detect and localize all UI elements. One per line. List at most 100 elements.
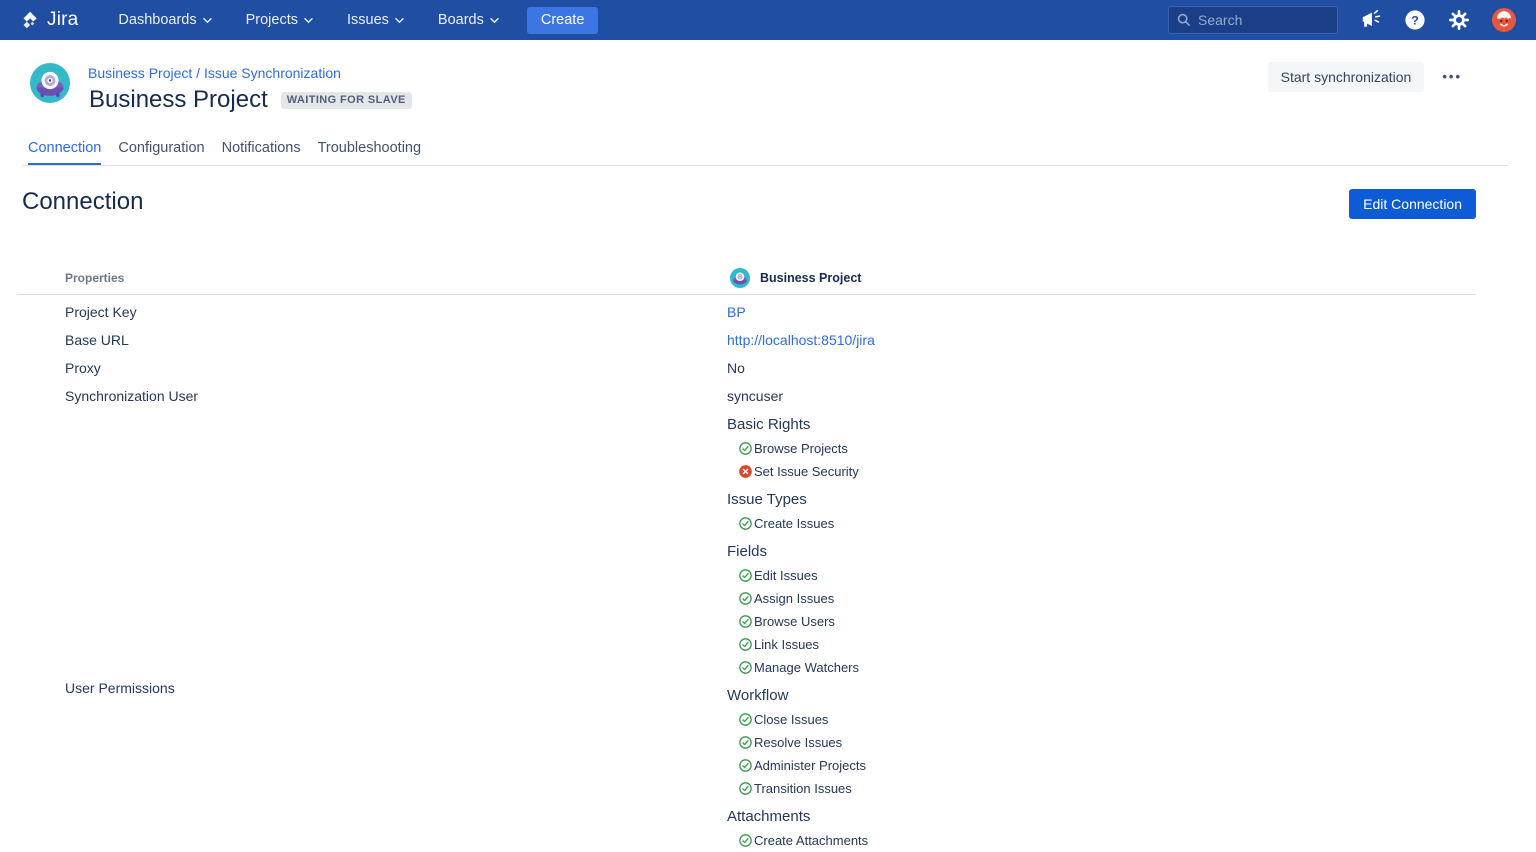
jira-logo[interactable]: Jira <box>20 9 78 31</box>
permission-item: Browse Users <box>727 610 1476 633</box>
search-box[interactable] <box>1168 6 1338 34</box>
search-input[interactable] <box>1198 12 1318 28</box>
permission-item-label: Close Issues <box>754 712 828 727</box>
user-permissions-row: User Permissions Basic Rights Browse Proj… <box>17 410 1476 852</box>
permission-item: Link Issues <box>727 633 1476 656</box>
permission-group-title: Workflow <box>727 682 1476 708</box>
project-key-value[interactable]: BP <box>727 304 1476 320</box>
permission-item: Manage Watchers <box>727 656 1476 679</box>
permission-item-label: Administer Projects <box>754 758 866 773</box>
sync-user-value: syncuser <box>727 388 1476 404</box>
permission-group: Attachments Create Attachments <box>727 803 1476 852</box>
chevron-down-icon <box>203 17 212 24</box>
permission-item: Resolve Issues <box>727 731 1476 754</box>
granted-check-icon <box>739 713 752 726</box>
property-label: Proxy <box>17 360 727 376</box>
permission-item: Set Issue Security <box>727 460 1476 483</box>
nav-menu: Dashboards Projects Issues Boards <box>118 12 498 28</box>
permission-item: Create Issues <box>727 512 1476 535</box>
connection-properties-table: Properties Business Project Project Key … <box>17 262 1476 852</box>
granted-check-icon <box>739 759 752 772</box>
permission-item: Transition Issues <box>727 777 1476 800</box>
nav-item-label: Dashboards <box>118 12 196 28</box>
chevron-down-icon <box>490 17 499 24</box>
create-button[interactable]: Create <box>527 7 599 34</box>
permission-item-label: Create Attachments <box>754 833 868 848</box>
more-actions-button[interactable]: ••• <box>1442 62 1462 92</box>
permission-item-label: Set Issue Security <box>754 464 859 479</box>
permission-item-label: Manage Watchers <box>754 660 859 675</box>
permission-group-title: Issue Types <box>727 486 1476 512</box>
announcements-megaphone-icon[interactable] <box>1360 9 1382 31</box>
permission-item: Browse Projects <box>727 437 1476 460</box>
nav-item-issues[interactable]: Issues <box>347 12 404 28</box>
tab-connection[interactable]: Connection <box>28 140 101 165</box>
permission-group-title: Fields <box>727 538 1476 564</box>
chevron-down-icon <box>304 17 313 24</box>
project-avatar <box>30 63 70 103</box>
search-icon <box>1177 13 1191 27</box>
tab-configuration[interactable]: Configuration <box>118 140 204 165</box>
property-label: Base URL <box>17 332 727 348</box>
svg-text:?: ? <box>1411 13 1419 27</box>
property-label: Project Key <box>17 304 727 320</box>
permission-item-label: Create Issues <box>754 516 834 531</box>
permission-item: Close Issues <box>727 708 1476 731</box>
breadcrumb[interactable]: Business Project / Issue Synchronization <box>88 65 341 81</box>
help-icon[interactable]: ? <box>1404 9 1426 31</box>
nav-item-label: Boards <box>438 12 484 28</box>
nav-item-dashboards[interactable]: Dashboards <box>118 12 211 28</box>
denied-cross-icon <box>739 465 752 478</box>
top-navbar: Jira Dashboards Projects Issues Boards C… <box>0 0 1536 40</box>
section-title: Connection <box>22 188 143 216</box>
permission-item: Create Attachments <box>727 829 1476 852</box>
table-row: Project Key BP <box>17 298 1476 326</box>
proxy-value: No <box>727 360 1476 376</box>
granted-check-icon <box>739 517 752 530</box>
table-row: Synchronization User syncuser <box>17 382 1476 410</box>
property-label: User Permissions <box>17 410 727 852</box>
tab-troubleshooting[interactable]: Troubleshooting <box>318 140 421 165</box>
remote-project-avatar <box>730 268 750 288</box>
permission-item-label: Transition Issues <box>754 781 852 796</box>
permission-item-label: Resolve Issues <box>754 735 842 750</box>
permission-group-title: Basic Rights <box>727 411 1476 437</box>
status-badge: WAITING FOR SLAVE <box>281 92 412 109</box>
tab-notifications[interactable]: Notifications <box>222 140 301 165</box>
table-row: Base URL http://localhost:8510/jira <box>17 326 1476 354</box>
jira-logo-text: Jira <box>47 9 78 31</box>
permission-item-label: Edit Issues <box>754 568 818 583</box>
granted-check-icon <box>739 834 752 847</box>
permission-groups: Basic Rights Browse Projects Set Issue Sec… <box>727 410 1476 852</box>
permission-group: Issue Types Create Issues <box>727 486 1476 535</box>
permission-item: Edit Issues <box>727 564 1476 587</box>
user-avatar[interactable] <box>1492 8 1516 32</box>
jira-logo-icon <box>20 10 41 31</box>
settings-gear-icon[interactable] <box>1448 9 1470 31</box>
permission-item-label: Browse Users <box>754 614 835 629</box>
start-synchronization-button[interactable]: Start synchronization <box>1268 62 1425 92</box>
permission-item-label: Link Issues <box>754 637 819 652</box>
permission-item: Administer Projects <box>727 754 1476 777</box>
granted-check-icon <box>739 442 752 455</box>
granted-check-icon <box>739 736 752 749</box>
granted-check-icon <box>739 661 752 674</box>
nav-item-label: Issues <box>347 12 389 28</box>
table-row: Proxy No <box>17 354 1476 382</box>
granted-check-icon <box>739 638 752 651</box>
permission-item-label: Assign Issues <box>754 591 834 606</box>
remote-project-column-header: Business Project <box>760 271 861 285</box>
page-title: Business Project <box>89 86 268 114</box>
permission-group: Basic Rights Browse Projects Set Issue Sec… <box>727 411 1476 483</box>
nav-item-label: Projects <box>246 12 298 28</box>
permission-item-label: Browse Projects <box>754 441 848 456</box>
permission-group-title: Attachments <box>727 803 1476 829</box>
tab-bar: Connection Configuration Notifications T… <box>22 140 1508 166</box>
edit-connection-button[interactable]: Edit Connection <box>1349 189 1476 219</box>
chevron-down-icon <box>395 17 404 24</box>
permission-item: Assign Issues <box>727 587 1476 610</box>
nav-item-projects[interactable]: Projects <box>246 12 313 28</box>
properties-column-header: Properties <box>17 271 727 285</box>
nav-item-boards[interactable]: Boards <box>438 12 499 28</box>
base-url-link[interactable]: http://localhost:8510/jira <box>727 332 1476 348</box>
